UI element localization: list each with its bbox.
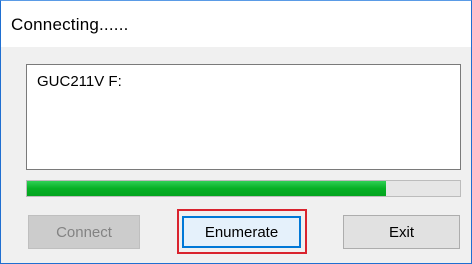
dialog-window: Connecting...... GUC211V F: Connect Enum… [0, 0, 472, 264]
progress-bar [26, 180, 461, 197]
progress-fill [27, 181, 387, 196]
enumerate-button[interactable]: Enumerate [182, 216, 301, 248]
output-text: GUC211V F: [37, 73, 122, 90]
connect-button[interactable]: Connect [28, 215, 140, 249]
title-bar[interactable]: Connecting...... [1, 1, 471, 47]
output-textbox[interactable]: GUC211V F: [26, 64, 461, 170]
window-title: Connecting...... [11, 15, 129, 34]
exit-button[interactable]: Exit [343, 215, 460, 249]
